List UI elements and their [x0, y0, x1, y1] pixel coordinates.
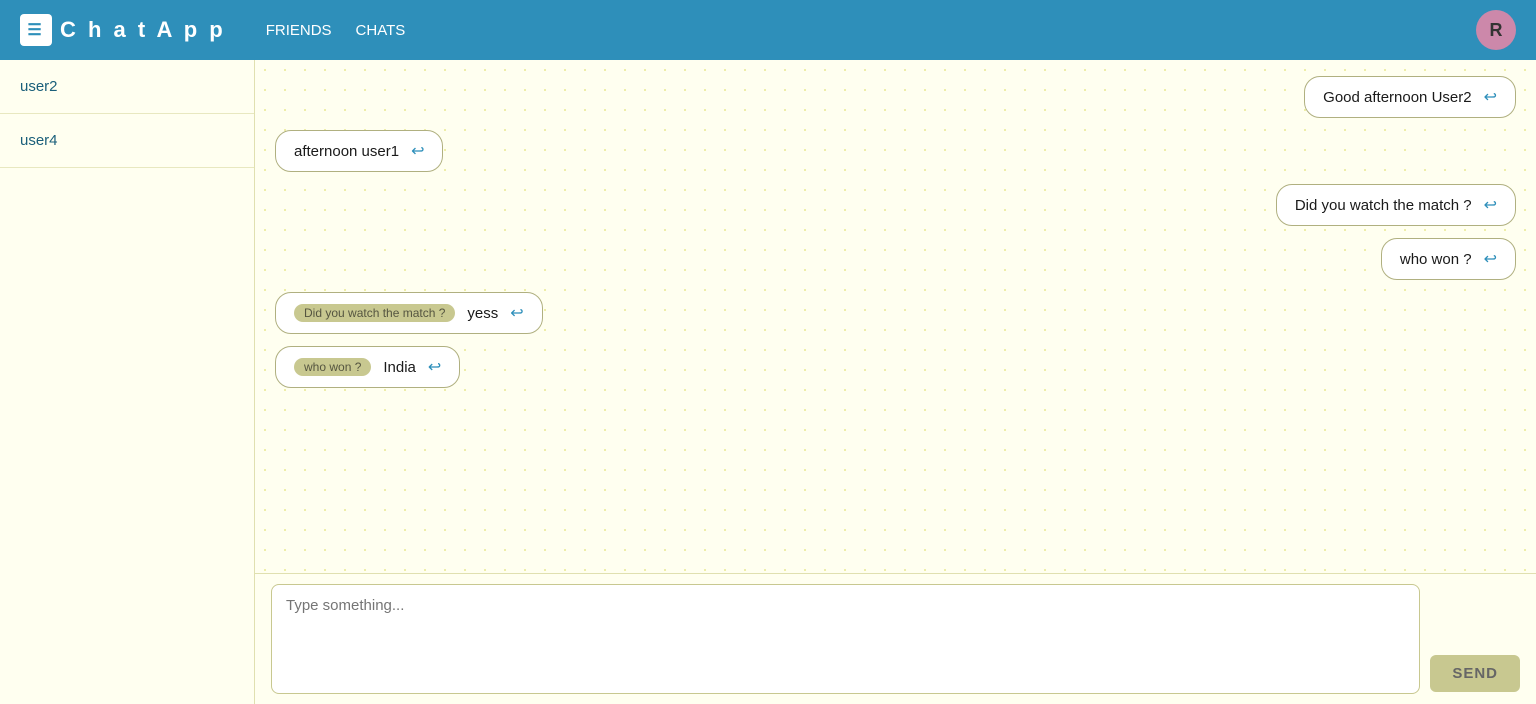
message-text-6: India	[383, 359, 416, 376]
message-bubble-4: who won ? ↩	[1381, 238, 1516, 280]
send-button[interactable]: SEND	[1430, 655, 1520, 692]
message-text-2: afternoon user1	[294, 143, 399, 160]
chat-input[interactable]	[271, 584, 1420, 694]
table-row: Did you watch the match ? yess ↩	[275, 292, 1516, 334]
reply-icon-6[interactable]: ↩	[428, 357, 441, 377]
messages-container: Good afternoon User2 ↩ afternoon user1 ↩…	[255, 60, 1536, 573]
message-bubble-6: who won ? India ↩	[275, 346, 460, 388]
sidebar: user2 user4	[0, 60, 255, 704]
reply-icon-3[interactable]: ↩	[1484, 195, 1497, 215]
main-layout: user2 user4 Good afternoon User2 ↩ after…	[0, 60, 1536, 704]
avatar[interactable]: R	[1476, 10, 1516, 50]
sidebar-item-user2[interactable]: user2	[0, 60, 254, 114]
reply-icon-1[interactable]: ↩	[1484, 87, 1497, 107]
nav-friends[interactable]: FRIENDS	[266, 22, 332, 39]
table-row: who won ? India ↩	[275, 346, 1516, 388]
message-text-5: yess	[467, 305, 498, 322]
navbar: ☰ C h a t A p p FRIENDS CHATS R	[0, 0, 1536, 60]
table-row: Good afternoon User2 ↩	[275, 76, 1516, 118]
brand-text: C h a t A p p	[60, 17, 226, 43]
sidebar-item-user4[interactable]: user4	[0, 114, 254, 168]
message-text-1: Good afternoon User2	[1323, 89, 1471, 106]
message-bubble-1: Good afternoon User2 ↩	[1304, 76, 1516, 118]
reply-icon-4[interactable]: ↩	[1484, 249, 1497, 269]
table-row: who won ? ↩	[275, 238, 1516, 280]
reply-ref-5: Did you watch the match ?	[294, 304, 455, 322]
table-row: afternoon user1 ↩	[275, 130, 1516, 172]
message-text-4: who won ?	[1400, 251, 1472, 268]
message-bubble-5: Did you watch the match ? yess ↩	[275, 292, 543, 334]
table-row: Did you watch the match ? ↩	[275, 184, 1516, 226]
message-text-3: Did you watch the match ?	[1295, 197, 1472, 214]
reply-ref-6: who won ?	[294, 358, 371, 376]
chat-area: Good afternoon User2 ↩ afternoon user1 ↩…	[255, 60, 1536, 704]
brand: ☰ C h a t A p p	[20, 14, 226, 46]
message-bubble-3: Did you watch the match ? ↩	[1276, 184, 1516, 226]
reply-icon-5[interactable]: ↩	[510, 303, 523, 323]
input-area: SEND	[255, 573, 1536, 704]
reply-icon-2[interactable]: ↩	[411, 141, 424, 161]
nav-chats[interactable]: CHATS	[356, 22, 406, 39]
brand-icon: ☰	[20, 14, 52, 46]
navbar-links: FRIENDS CHATS	[266, 22, 406, 39]
message-bubble-2: afternoon user1 ↩	[275, 130, 443, 172]
